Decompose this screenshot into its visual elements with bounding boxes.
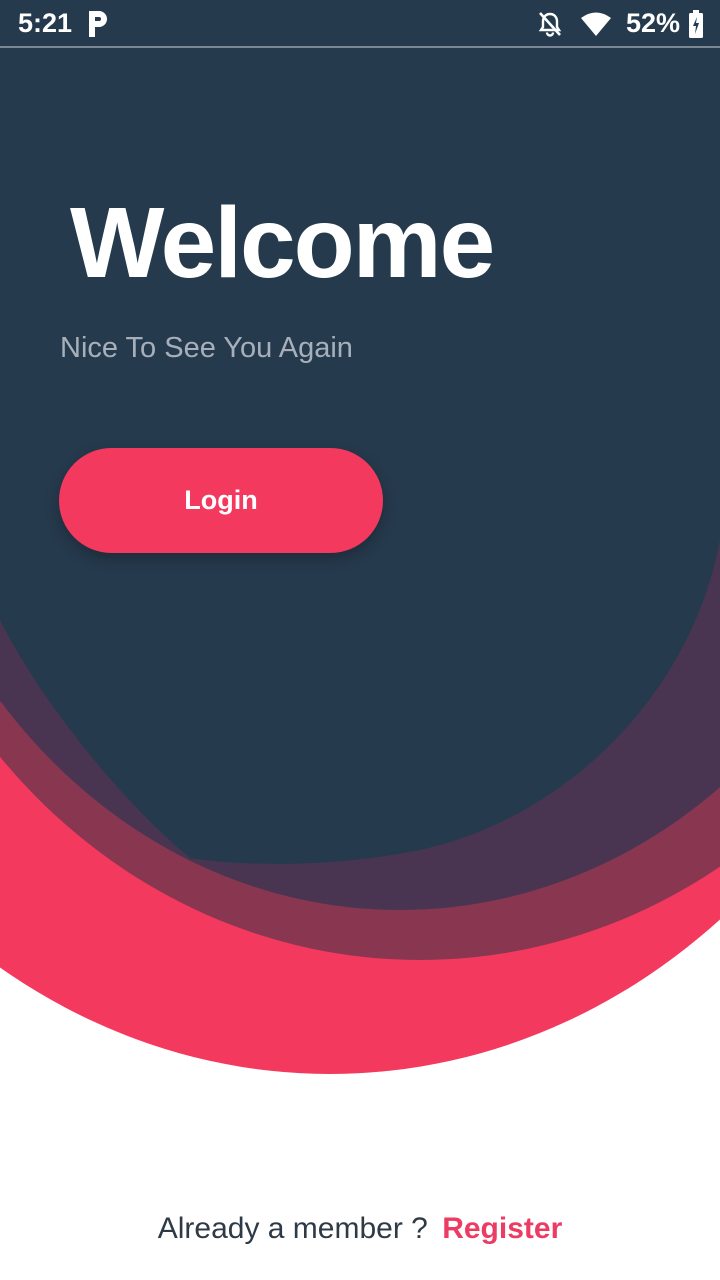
- bell-off-icon: [538, 12, 562, 37]
- page-title: Welcome: [70, 187, 495, 299]
- parking-icon: [89, 11, 107, 37]
- register-link[interactable]: Register: [442, 1212, 562, 1245]
- login-button[interactable]: Login: [59, 448, 383, 553]
- welcome-screen: 5:21 52% Welcome Nice To See You Again L…: [0, 0, 720, 1280]
- battery-icon: [689, 10, 703, 38]
- wifi-icon: [581, 12, 611, 36]
- page-subtitle: Nice To See You Again: [60, 332, 353, 364]
- footer-register-prompt: Already a member ? Register: [0, 1212, 720, 1246]
- battery-percentage: 52%: [626, 8, 681, 38]
- status-bar: 5:21 52%: [0, 0, 720, 48]
- status-time: 5:21: [18, 8, 73, 38]
- member-prompt-text: Already a member ?: [157, 1212, 428, 1245]
